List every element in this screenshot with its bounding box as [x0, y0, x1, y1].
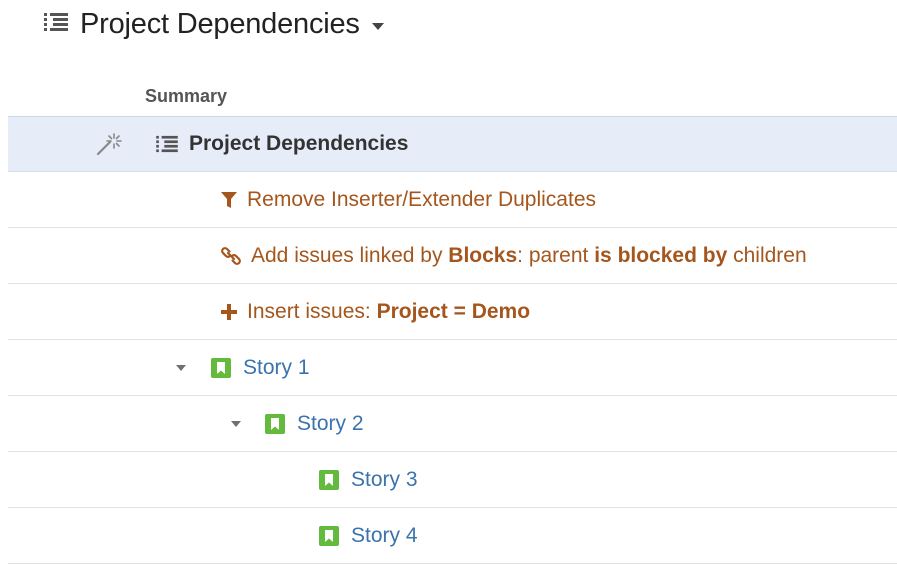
page-title: Project Dependencies	[80, 7, 360, 40]
issue-link[interactable]: Story 1	[243, 356, 310, 380]
table-row[interactable]: Story 1	[8, 340, 897, 396]
column-header-summary[interactable]: Summary	[145, 86, 227, 107]
generator-label: Add issues linked by Blocks: parent is b…	[251, 244, 807, 268]
row-summary-cell: Project Dependencies	[155, 117, 408, 171]
chevron-down-icon[interactable]	[231, 420, 241, 427]
generator-label-emphasis: Blocks	[448, 243, 518, 267]
expand-toggle[interactable]	[176, 340, 186, 395]
generator-label-text: Add issues linked by	[251, 243, 449, 267]
generator-label-text: Remove Inserter/Extender Duplicates	[247, 187, 596, 211]
generator-label: Insert issues: Project = Demo	[247, 300, 530, 324]
table-row[interactable]: Story 3	[8, 452, 897, 508]
story-icon	[265, 413, 285, 434]
plus-icon	[221, 303, 237, 320]
table-row-generator[interactable]: Add issues linked by Blocks: parent is b…	[8, 228, 897, 284]
story-icon	[211, 357, 231, 378]
structure-root-label: Project Dependencies	[189, 132, 409, 155]
table-row-generator[interactable]: Insert issues: Project = Demo	[8, 284, 897, 340]
table-row[interactable]: Story 2	[8, 396, 897, 452]
chevron-down-icon[interactable]	[371, 22, 384, 30]
table-row[interactable]: Story 4	[8, 508, 897, 564]
structure-icon	[155, 135, 179, 153]
chevron-down-icon[interactable]	[176, 364, 186, 371]
issue-link[interactable]: Story 2	[297, 412, 364, 436]
story-icon	[319, 525, 339, 546]
structure-grid: Project Dependencies Remove Inserter/Ext…	[8, 116, 897, 564]
filter-icon	[221, 191, 237, 209]
story-icon	[319, 469, 339, 490]
generator-label-emphasis: is blocked by	[594, 243, 728, 267]
issue-link[interactable]: Story 4	[351, 524, 418, 548]
structure-title-menu[interactable]: Project Dependencies	[44, 6, 384, 42]
magic-wand-icon[interactable]	[96, 117, 122, 171]
generator-label-emphasis: Project = Demo	[376, 299, 531, 323]
generator-label-text: Insert issues:	[247, 299, 377, 323]
table-row-generator[interactable]: Remove Inserter/Extender Duplicates	[8, 172, 897, 228]
issue-link[interactable]: Story 3	[351, 468, 418, 492]
structure-icon	[44, 12, 68, 37]
link-icon	[221, 246, 241, 266]
generator-label-text: : parent	[517, 243, 595, 267]
generator-label: Remove Inserter/Extender Duplicates	[247, 188, 596, 212]
generator-label-text: children	[727, 243, 807, 267]
table-row-root[interactable]: Project Dependencies	[8, 116, 897, 172]
expand-toggle[interactable]	[231, 396, 241, 451]
